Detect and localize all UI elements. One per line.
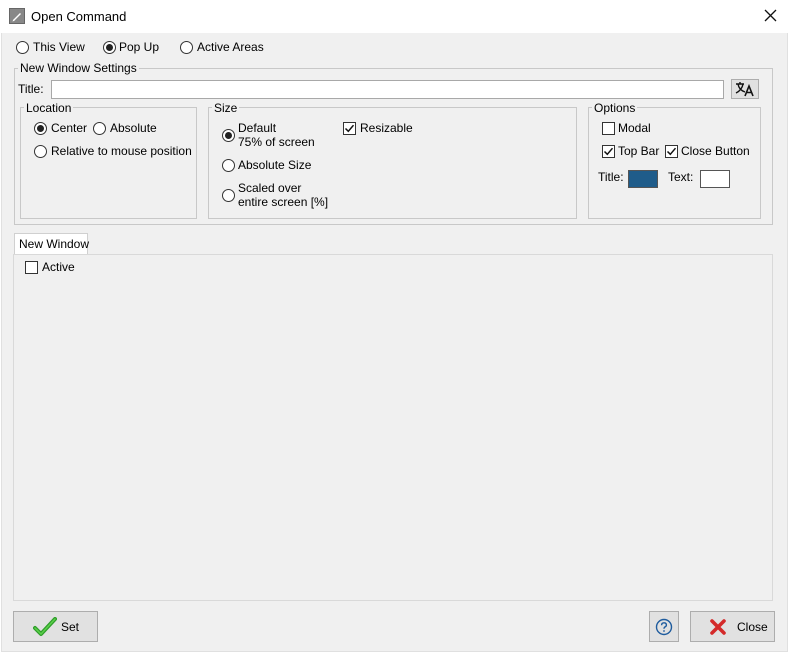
tab-panel xyxy=(13,254,773,601)
checkbox-top-bar[interactable] xyxy=(602,145,615,158)
checkbox-close-button[interactable] xyxy=(665,145,678,158)
radio-size-scaled-label: Scaled over xyxy=(238,181,302,195)
close-button-label: Close xyxy=(737,619,768,634)
checkbox-active[interactable] xyxy=(25,261,38,274)
translate-button[interactable] xyxy=(731,79,759,99)
location-legend: Location xyxy=(24,101,74,115)
text-color-label: Text: xyxy=(668,170,694,184)
title-color-swatch[interactable] xyxy=(628,170,658,188)
radio-this-view-label: This View xyxy=(33,40,85,54)
green-check-icon xyxy=(33,616,57,636)
text-color-swatch[interactable] xyxy=(700,170,730,188)
window-close-button[interactable] xyxy=(757,4,783,28)
location-group xyxy=(20,107,197,219)
checkbox-top-bar-label: Top Bar xyxy=(618,144,660,158)
radio-location-center-label: Center xyxy=(51,121,88,135)
title-color-label: Title: xyxy=(598,170,624,184)
tab-new-window-label: New Window xyxy=(19,237,90,251)
radio-pop-up-label: Pop Up xyxy=(119,40,160,54)
radio-location-absolute-label: Absolute xyxy=(110,121,157,135)
radio-location-absolute[interactable] xyxy=(93,122,106,135)
radio-pop-up[interactable] xyxy=(103,41,116,54)
set-button-label: Set xyxy=(61,619,80,634)
checkmark-icon xyxy=(344,124,355,133)
close-button[interactable]: Close xyxy=(690,611,775,642)
radio-size-default-label: Default xyxy=(238,121,277,135)
pencil-icon xyxy=(9,8,25,24)
radio-size-absolute[interactable] xyxy=(222,159,235,172)
close-icon xyxy=(764,9,777,22)
options-legend: Options xyxy=(592,101,638,115)
radio-size-default-sublabel: 75% of screen xyxy=(238,135,315,149)
radio-location-relative[interactable] xyxy=(34,145,47,158)
tab-new-window[interactable]: New Window xyxy=(14,233,90,255)
window-title: Open Command xyxy=(31,9,127,24)
checkbox-modal[interactable] xyxy=(602,122,615,135)
size-legend: Size xyxy=(212,101,240,115)
translate-icon xyxy=(735,82,754,97)
radio-size-absolute-label: Absolute Size xyxy=(238,158,312,172)
red-x-icon xyxy=(710,618,726,635)
checkbox-close-button-label: Close Button xyxy=(681,144,750,158)
radio-location-relative-label: Relative to mouse position xyxy=(51,144,192,158)
radio-size-scaled-sublabel: entire screen [%] xyxy=(238,195,329,209)
radio-this-view[interactable] xyxy=(16,41,29,54)
checkmark-icon xyxy=(666,147,677,156)
set-button[interactable]: Set xyxy=(13,611,98,642)
checkbox-modal-label: Modal xyxy=(618,121,651,135)
radio-size-default[interactable] xyxy=(222,129,235,142)
title-input[interactable] xyxy=(51,80,724,99)
checkbox-active-label: Active xyxy=(42,260,75,274)
checkmark-icon xyxy=(603,147,614,156)
radio-size-scaled[interactable] xyxy=(222,189,235,202)
help-button[interactable] xyxy=(649,611,679,642)
radio-active-areas-label: Active Areas xyxy=(197,40,264,54)
title-field-label: Title: xyxy=(18,82,44,96)
question-icon xyxy=(655,618,673,635)
checkbox-resizable-label: Resizable xyxy=(360,121,413,135)
radio-active-areas[interactable] xyxy=(180,41,193,54)
checkbox-resizable[interactable] xyxy=(343,122,356,135)
new-window-settings-legend: New Window Settings xyxy=(18,61,139,75)
radio-location-center[interactable] xyxy=(34,122,47,135)
